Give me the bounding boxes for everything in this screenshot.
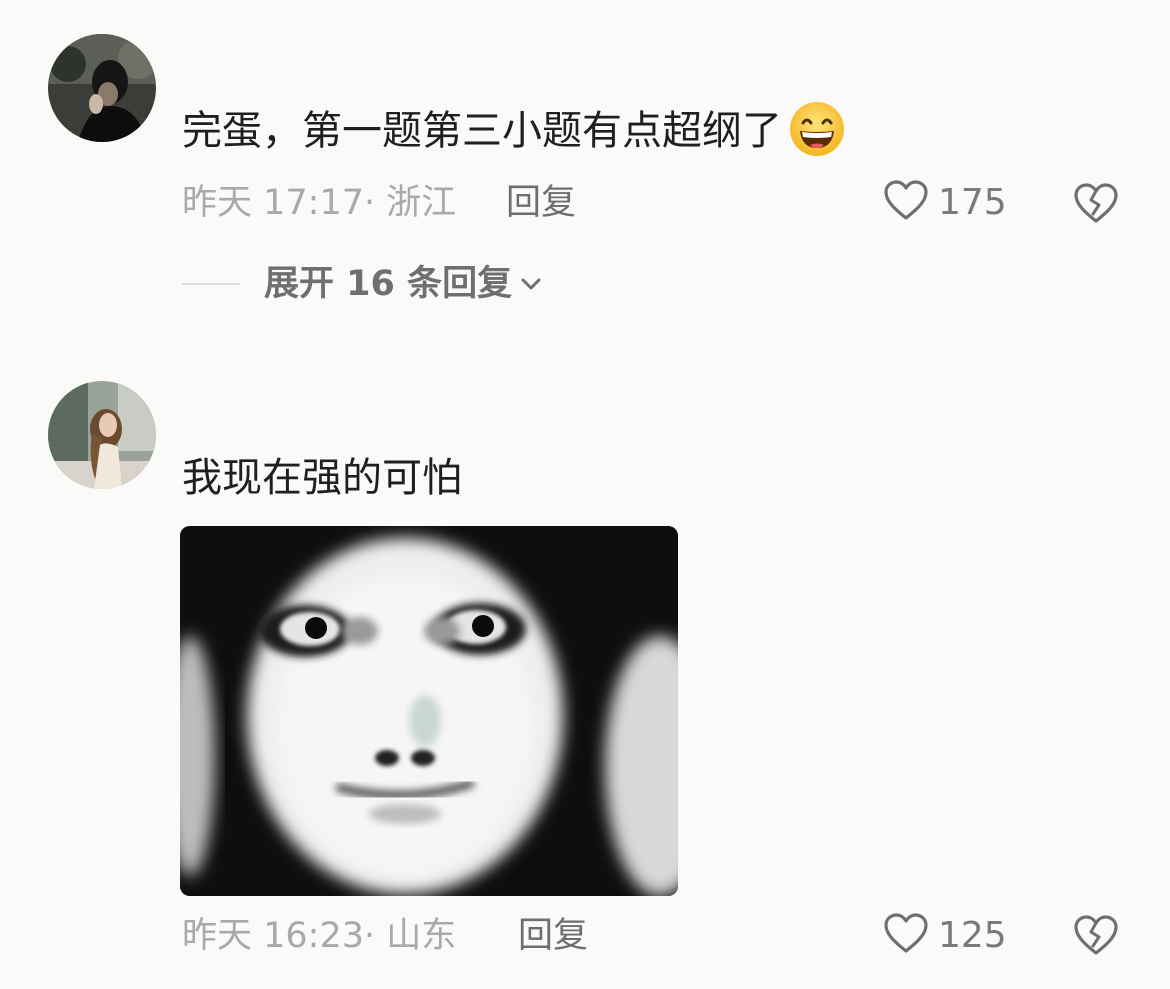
broken-heart-icon[interactable] xyxy=(1072,180,1120,228)
avatar[interactable] xyxy=(48,34,156,142)
chevron-down-icon xyxy=(518,271,544,297)
face-meme-sticker[interactable] xyxy=(180,526,678,896)
comment-text: 完蛋，第一题第三小题有点超纲了 xyxy=(182,100,846,162)
like-button[interactable]: 175 xyxy=(882,178,1007,228)
meta-separator: · xyxy=(364,183,376,223)
comment-location: 浙江 xyxy=(386,183,457,223)
reply-button[interactable]: 回复 xyxy=(518,911,588,961)
comment-location: 山东 xyxy=(386,916,457,956)
comment-meta: 昨天 16:23· 山东 xyxy=(182,911,456,961)
expand-replies-button[interactable]: 展开 16 条回复 xyxy=(182,257,544,311)
heart-outline-icon xyxy=(882,177,930,229)
broken-heart-icon[interactable] xyxy=(1072,912,1120,960)
reply-button[interactable]: 回复 xyxy=(506,178,576,228)
comment-meta: 昨天 17:17· 浙江 xyxy=(182,178,456,228)
avatar[interactable] xyxy=(48,381,156,489)
heart-outline-icon xyxy=(882,910,930,962)
like-count: 175 xyxy=(938,182,1007,223)
expand-replies-label: 展开 16 条回复 xyxy=(264,264,513,304)
expand-divider xyxy=(182,283,240,285)
grinning-sweat-face-icon xyxy=(788,100,846,158)
comment-text: 我现在强的可怕 xyxy=(182,455,462,501)
comment-time: 昨天 17:17 xyxy=(182,183,364,223)
like-count: 125 xyxy=(938,915,1007,956)
meta-separator: · xyxy=(364,916,376,956)
like-button[interactable]: 125 xyxy=(882,911,1007,961)
comment-time: 昨天 16:23 xyxy=(182,916,364,956)
